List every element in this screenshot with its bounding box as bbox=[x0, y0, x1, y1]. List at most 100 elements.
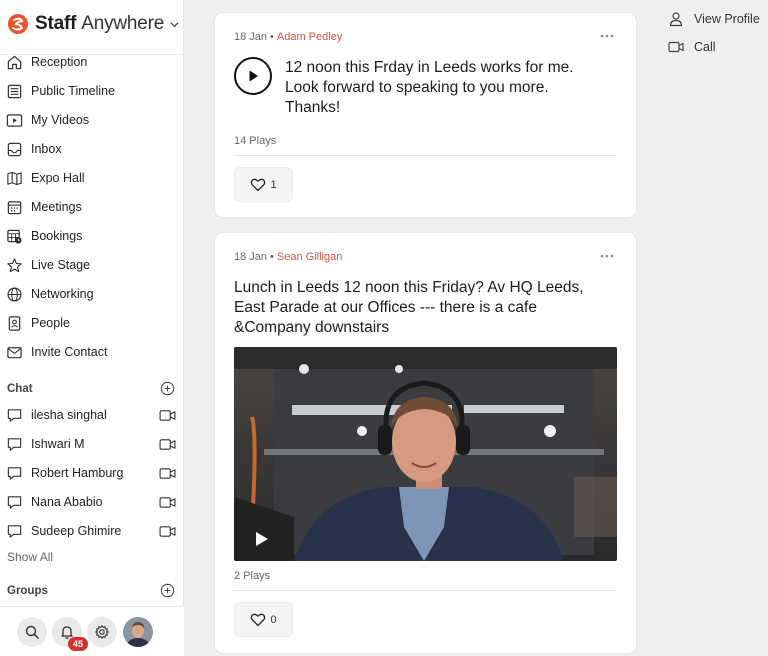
groups-heading: Groups bbox=[7, 584, 48, 597]
nav-item-reception[interactable]: Reception bbox=[6, 51, 178, 73]
nav-label: Networking bbox=[31, 287, 94, 301]
search-icon bbox=[25, 625, 39, 639]
badge-icon bbox=[8, 315, 21, 331]
play-count: 2 Plays bbox=[234, 570, 271, 582]
nav-label: Reception bbox=[31, 55, 88, 69]
chat-contact[interactable]: Ishwari M bbox=[6, 433, 176, 455]
like-button[interactable]: 0 bbox=[234, 602, 293, 637]
nav-item-networking[interactable]: Networking bbox=[6, 283, 178, 305]
avatar-image bbox=[123, 617, 153, 647]
inbox-icon bbox=[7, 142, 22, 156]
calendar-clock-icon bbox=[7, 229, 22, 244]
heart-icon bbox=[251, 613, 266, 627]
user-icon bbox=[669, 12, 683, 27]
separator: • bbox=[270, 31, 274, 43]
post-card: 18 Jan • Sean Gilligan Lunch in Leeds 12 n… bbox=[215, 233, 636, 653]
chat-contact-name: Sudeep Ghimire bbox=[31, 524, 122, 538]
chat-bubble-icon bbox=[7, 495, 22, 509]
post-meta: 18 Jan • Adam Pedley bbox=[234, 31, 342, 43]
post-author[interactable]: Adam Pedley bbox=[277, 31, 342, 43]
chat-contact-name: Ishwari M bbox=[31, 437, 85, 451]
divider bbox=[234, 590, 617, 591]
post-author[interactable]: Sean Gilligan bbox=[277, 251, 342, 263]
add-group-icon[interactable] bbox=[160, 583, 175, 598]
chat-section-header: Chat bbox=[7, 381, 175, 396]
play-count: 14 Plays bbox=[234, 135, 277, 147]
video-call-icon[interactable] bbox=[159, 467, 176, 480]
home-icon bbox=[7, 55, 22, 69]
notifications-button[interactable]: 45 bbox=[52, 617, 88, 651]
groups-section-header: Groups bbox=[7, 583, 175, 598]
nav-item-people[interactable]: People bbox=[6, 312, 178, 334]
chat-bubble-icon bbox=[7, 408, 22, 422]
nav-item-live-stage[interactable]: Live Stage bbox=[6, 254, 178, 276]
chat-contact[interactable]: Sudeep Ghimire bbox=[6, 520, 176, 542]
brand-name: Staff bbox=[35, 13, 77, 34]
post-date: 18 Jan bbox=[234, 31, 268, 43]
nav-label: Bookings bbox=[31, 229, 83, 243]
call-label: Call bbox=[694, 40, 716, 54]
timeline-icon bbox=[7, 84, 22, 98]
gear-icon bbox=[95, 625, 109, 639]
mail-icon bbox=[7, 346, 22, 358]
play-icon bbox=[249, 70, 258, 82]
nav-item-expo-hall[interactable]: Expo Hall bbox=[6, 167, 178, 189]
add-chat-icon[interactable] bbox=[160, 381, 175, 396]
post-text: 12 noon this Frday in Leeds works for me… bbox=[285, 59, 574, 116]
nav-label: Invite Contact bbox=[31, 345, 108, 359]
video-library-icon bbox=[6, 113, 23, 127]
heart-icon bbox=[251, 178, 266, 192]
call-link[interactable]: Call bbox=[668, 37, 716, 57]
notification-count-badge: 45 bbox=[68, 637, 88, 651]
nav-label: Public Timeline bbox=[31, 84, 116, 98]
globe-icon bbox=[7, 286, 22, 302]
post-text: Lunch in Leeds 12 noon this Friday? Av H… bbox=[234, 279, 584, 336]
like-count: 1 bbox=[270, 178, 277, 191]
chat-contact-name: Nana Ababio bbox=[31, 495, 103, 509]
sidebar-bottom-bar: 45 bbox=[0, 606, 184, 656]
nav-item-meetings[interactable]: Meetings bbox=[6, 196, 178, 218]
chat-contact[interactable]: ilesha singhal bbox=[6, 404, 176, 426]
nav-label: Expo Hall bbox=[31, 171, 85, 185]
nav-label: My Videos bbox=[31, 113, 90, 127]
post-card: 18 Jan • Adam Pedley 12 noon this Frday in… bbox=[215, 13, 636, 217]
video-call-icon bbox=[668, 41, 684, 53]
view-profile-label: View Profile bbox=[694, 12, 760, 26]
settings-button[interactable] bbox=[87, 617, 117, 647]
chat-contact-name: Robert Hamburg bbox=[31, 466, 124, 480]
chat-contact[interactable]: Robert Hamburg bbox=[6, 462, 176, 484]
separator: • bbox=[270, 251, 274, 263]
chat-contact[interactable]: Nana Ababio bbox=[6, 491, 176, 513]
show-all-link[interactable]: Show All bbox=[7, 550, 53, 564]
like-button[interactable]: 1 bbox=[234, 167, 293, 202]
user-avatar[interactable] bbox=[123, 617, 153, 647]
nav-label: Live Stage bbox=[31, 258, 91, 272]
nav-label: People bbox=[31, 316, 70, 330]
chat-contact-name: ilesha singhal bbox=[31, 408, 107, 422]
brand-switcher[interactable]: Staff Anywhere bbox=[8, 10, 180, 38]
staff-anywhere-logo-icon bbox=[8, 14, 28, 34]
video-thumbnail bbox=[234, 347, 617, 561]
sidebar: Staff Anywhere Reception Public Timeline… bbox=[0, 0, 184, 656]
video-call-icon[interactable] bbox=[159, 438, 176, 451]
audio-play-button[interactable] bbox=[234, 57, 272, 95]
video-call-icon[interactable] bbox=[159, 525, 176, 538]
video-call-icon[interactable] bbox=[159, 496, 176, 509]
nav-item-inbox[interactable]: Inbox bbox=[6, 138, 178, 160]
nav-item-bookings[interactable]: Bookings bbox=[6, 225, 178, 247]
view-profile-link[interactable]: View Profile bbox=[668, 9, 760, 29]
nav-item-invite-contact[interactable]: Invite Contact bbox=[6, 341, 178, 363]
video-player[interactable] bbox=[234, 347, 617, 561]
divider bbox=[234, 155, 617, 156]
nav-item-my-videos[interactable]: My Videos bbox=[6, 109, 178, 131]
video-call-icon[interactable] bbox=[159, 409, 176, 422]
star-icon bbox=[7, 257, 22, 272]
nav-item-public-timeline[interactable]: Public Timeline bbox=[6, 80, 178, 102]
calendar-icon bbox=[7, 200, 22, 214]
search-button[interactable] bbox=[17, 617, 47, 647]
chat-heading: Chat bbox=[7, 382, 33, 395]
nav-label: Inbox bbox=[31, 142, 62, 156]
more-options-icon[interactable] bbox=[600, 34, 614, 38]
more-options-icon[interactable] bbox=[600, 254, 614, 258]
nav-label: Meetings bbox=[31, 200, 82, 214]
